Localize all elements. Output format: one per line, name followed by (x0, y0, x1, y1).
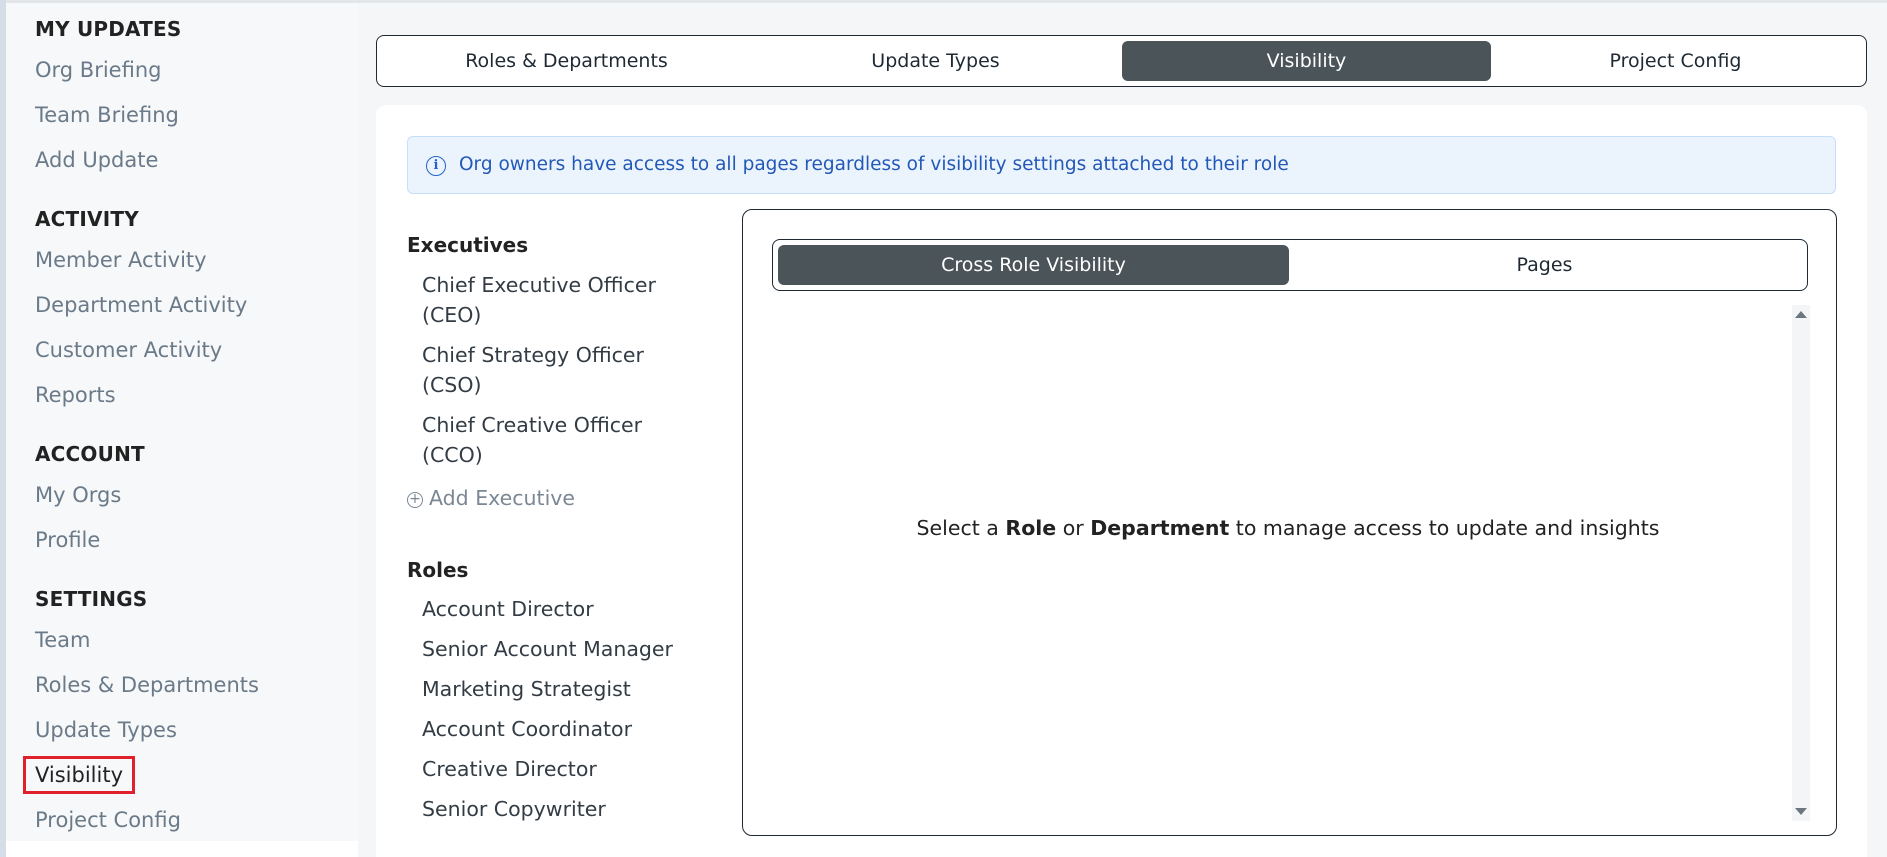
sidebar-heading-my-updates: MY UPDATES (35, 17, 182, 41)
empty-state-pre: Select a (916, 516, 999, 540)
sidebar-item-team-briefing[interactable]: Team Briefing (35, 103, 179, 127)
sidebar-item-roles-departments[interactable]: Roles & Departments (35, 673, 259, 697)
visibility-subtabs: Cross Role Visibility Pages (772, 239, 1808, 291)
sidebar-heading-account: ACCOUNT (35, 442, 145, 466)
info-notice: i Org owners have access to all pages re… (407, 136, 1836, 194)
sidebar-item-reports[interactable]: Reports (35, 383, 116, 407)
tab-roles-departments[interactable]: Roles & Departments (382, 41, 751, 81)
role-item-cco[interactable]: Chief Creative Officer (CCO) (422, 410, 692, 470)
sidebar-heading-settings: SETTINGS (35, 587, 148, 611)
sidebar: MY UPDATES Org Briefing Team Briefing Ad… (6, 3, 358, 841)
empty-state-role: Role (1005, 516, 1057, 540)
empty-state-post: to manage access to update and insights (1235, 516, 1660, 540)
scroll-up-arrow-icon[interactable] (1795, 311, 1807, 318)
sidebar-item-project-config[interactable]: Project Config (35, 808, 181, 832)
role-item-account-coordinator[interactable]: Account Coordinator (422, 714, 692, 744)
executives-heading: Executives (407, 233, 529, 257)
tab-project-config[interactable]: Project Config (1491, 41, 1860, 81)
empty-state-department: Department (1090, 516, 1230, 540)
add-executive-button[interactable]: + Add Executive (407, 486, 575, 510)
role-item-account-director[interactable]: Account Director (422, 594, 692, 624)
info-icon: i (426, 156, 446, 176)
sidebar-item-team[interactable]: Team (35, 628, 91, 652)
tab-pages[interactable]: Pages (1289, 245, 1800, 285)
sidebar-item-add-update[interactable]: Add Update (35, 148, 158, 172)
empty-state-or: or (1062, 516, 1084, 540)
sidebar-heading-activity: ACTIVITY (35, 207, 139, 231)
visibility-settings-box: Cross Role Visibility Pages Select a Rol… (742, 209, 1837, 836)
role-item-cso[interactable]: Chief Strategy Officer (CSO) (422, 340, 692, 400)
role-item-senior-account-manager[interactable]: Senior Account Manager (422, 634, 692, 664)
scroll-down-arrow-icon[interactable] (1795, 808, 1807, 815)
sidebar-item-my-orgs[interactable]: My Orgs (35, 483, 121, 507)
tab-update-types[interactable]: Update Types (751, 41, 1120, 81)
sidebar-item-visibility[interactable]: Visibility (23, 756, 136, 794)
sidebar-item-org-briefing[interactable]: Org Briefing (35, 58, 161, 82)
role-item-marketing-strategist[interactable]: Marketing Strategist (422, 674, 692, 704)
scrollbar[interactable] (1792, 305, 1810, 821)
sidebar-item-profile[interactable]: Profile (35, 528, 100, 552)
info-notice-text: Org owners have access to all pages rega… (459, 154, 1289, 175)
settings-tabs: Roles & Departments Update Types Visibil… (376, 35, 1867, 87)
empty-state-message: Select a Role or Department to manage ac… (743, 516, 1833, 540)
roles-heading: Roles (407, 558, 469, 582)
role-item-ceo[interactable]: Chief Executive Officer (CEO) (422, 270, 692, 330)
tab-visibility[interactable]: Visibility (1122, 41, 1491, 81)
tab-cross-role-visibility[interactable]: Cross Role Visibility (778, 245, 1289, 285)
sidebar-item-update-types[interactable]: Update Types (35, 718, 177, 742)
sidebar-item-customer-activity[interactable]: Customer Activity (35, 338, 222, 362)
sidebar-item-member-activity[interactable]: Member Activity (35, 248, 207, 272)
role-item-senior-copywriter[interactable]: Senior Copywriter (422, 794, 692, 824)
add-executive-label: Add Executive (429, 486, 576, 510)
role-item-creative-director[interactable]: Creative Director (422, 754, 692, 784)
sidebar-item-department-activity[interactable]: Department Activity (35, 293, 247, 317)
plus-circle-icon: + (407, 492, 423, 508)
